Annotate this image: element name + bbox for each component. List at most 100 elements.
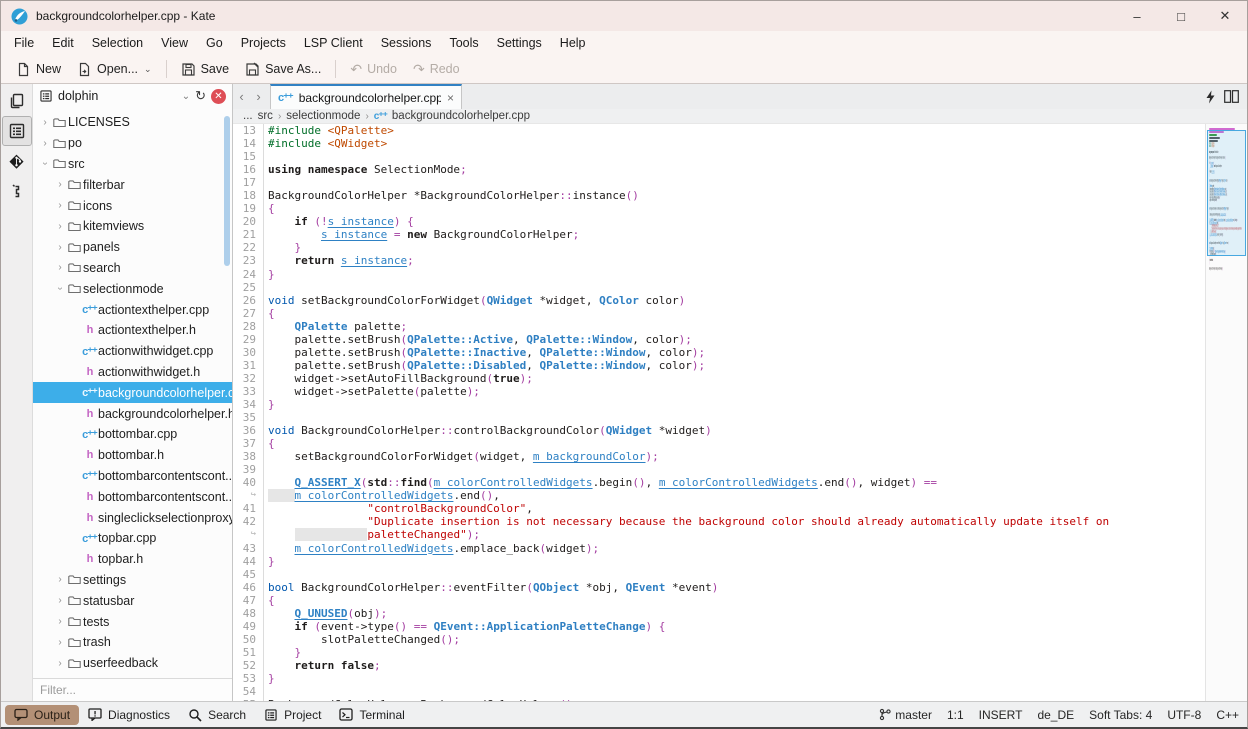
tree-item-singleclickselectionproxy-[interactable]: hsingleclickselectionproxy... bbox=[33, 507, 232, 528]
tree-item-bottombarcontentscont-[interactable]: hbottombarcontentscont... bbox=[33, 486, 232, 507]
tree-item-statusbar[interactable]: ›statusbar bbox=[33, 590, 232, 611]
tree-item-icons[interactable]: ›icons bbox=[33, 195, 232, 216]
menu-item-lsp-client[interactable]: LSP Client bbox=[295, 31, 372, 55]
tree-expander-icon[interactable]: › bbox=[54, 658, 66, 669]
breadcrumb-ellipsis[interactable]: ... bbox=[243, 110, 253, 122]
tree-scrollbar[interactable] bbox=[224, 116, 230, 266]
new-button[interactable]: New bbox=[9, 59, 68, 80]
menu-item-sessions[interactable]: Sessions bbox=[372, 31, 441, 55]
line-number: 28 bbox=[233, 320, 263, 333]
header-file-icon: h bbox=[81, 366, 98, 378]
menu-item-settings[interactable]: Settings bbox=[488, 31, 551, 55]
project-dropdown-icon[interactable]: ⌄ bbox=[182, 91, 190, 102]
tree-item-trash[interactable]: ›trash bbox=[33, 632, 232, 653]
tree-item-actionwithwidget-cpp[interactable]: c⁺⁺actionwithwidget.cpp bbox=[33, 341, 232, 362]
output-button[interactable]: Output bbox=[5, 705, 79, 725]
tree-expander-icon[interactable]: › bbox=[54, 574, 66, 585]
tree-item-userfeedback[interactable]: ›userfeedback bbox=[33, 653, 232, 674]
tree-expander-icon[interactable]: › bbox=[40, 158, 51, 170]
tree-expander-icon[interactable]: › bbox=[39, 138, 51, 149]
undo-button[interactable]: ↶ Undo bbox=[343, 59, 404, 79]
tree-item-search[interactable]: ›search bbox=[33, 258, 232, 279]
menu-item-projects[interactable]: Projects bbox=[232, 31, 295, 55]
menu-item-tools[interactable]: Tools bbox=[440, 31, 487, 55]
tree-item-licenses[interactable]: ›LICENSES bbox=[33, 112, 232, 133]
breadcrumb-file[interactable]: backgroundcolorhelper.cpp bbox=[392, 110, 530, 122]
tree-item-backgroundcolorhelper-c-[interactable]: c⁺⁺backgroundcolorhelper.c... bbox=[33, 382, 232, 403]
terminal-button[interactable]: Terminal bbox=[330, 705, 413, 725]
language-status[interactable]: C++ bbox=[1216, 708, 1239, 722]
tree-expander-icon[interactable]: › bbox=[39, 117, 51, 128]
tree-expander-icon[interactable]: › bbox=[54, 616, 66, 627]
tree-item-backgroundcolorhelper-h[interactable]: hbackgroundcolorhelper.h bbox=[33, 403, 232, 424]
git-branch-status[interactable]: master bbox=[879, 708, 932, 722]
panel-close-icon[interactable]: ✕ bbox=[211, 89, 226, 104]
tree-item-kitemviews[interactable]: ›kitemviews bbox=[33, 216, 232, 237]
tree-item-filterbar[interactable]: ›filterbar bbox=[33, 174, 232, 195]
tree-item-panels[interactable]: ›panels bbox=[33, 237, 232, 258]
tree-item-tests[interactable]: ›tests bbox=[33, 611, 232, 632]
tree-item-actiontexthelper-cpp[interactable]: c⁺⁺actiontexthelper.cpp bbox=[33, 299, 232, 320]
tab-width-status[interactable]: Soft Tabs: 4 bbox=[1089, 708, 1152, 722]
documents-panel-button[interactable] bbox=[3, 87, 31, 115]
menu-item-go[interactable]: Go bbox=[197, 31, 232, 55]
code-editor[interactable]: 13#include <QPalette>14#include <QWidget… bbox=[233, 124, 1205, 701]
project-selector[interactable]: dolphin bbox=[58, 89, 177, 103]
tree-expander-icon[interactable]: › bbox=[54, 262, 66, 273]
tree-item-actiontexthelper-h[interactable]: hactiontexthelper.h bbox=[33, 320, 232, 341]
close-icon[interactable]: ✕ bbox=[1203, 1, 1247, 31]
encoding-status[interactable]: UTF-8 bbox=[1167, 708, 1201, 722]
project-button[interactable]: Project bbox=[255, 705, 330, 725]
tree-item-po[interactable]: ›po bbox=[33, 133, 232, 154]
menu-item-edit[interactable]: Edit bbox=[43, 31, 83, 55]
forward-icon[interactable]: › bbox=[250, 84, 267, 109]
menu-item-view[interactable]: View bbox=[152, 31, 197, 55]
tree-item-topbar-h[interactable]: htopbar.h bbox=[33, 549, 232, 570]
tree-item-bottombar-h[interactable]: hbottombar.h bbox=[33, 445, 232, 466]
symbols-panel-button[interactable] bbox=[3, 177, 31, 205]
minimap[interactable]: 13#include <QPalette>14#include <QWidget… bbox=[1205, 124, 1247, 701]
save-button[interactable]: Save bbox=[174, 59, 237, 80]
open-button[interactable]: Open... ⌄ bbox=[70, 59, 159, 80]
open-dropdown-icon[interactable]: ⌄ bbox=[144, 64, 152, 75]
input-mode-status[interactable]: INSERT bbox=[979, 708, 1023, 722]
tree-item-bottombarcontentscont-[interactable]: c⁺⁺bottombarcontentscont... bbox=[33, 466, 232, 487]
diagnostics-button[interactable]: Diagnostics bbox=[79, 705, 179, 725]
cpp-file-icon: c⁺⁺ bbox=[81, 532, 98, 545]
search-button[interactable]: Search bbox=[179, 705, 255, 725]
cursor-position-status[interactable]: 1:1 bbox=[947, 708, 964, 722]
dictionary-status[interactable]: de_DE bbox=[1037, 708, 1074, 722]
git-panel-button[interactable] bbox=[3, 147, 31, 175]
tree-item-bottombar-cpp[interactable]: c⁺⁺bottombar.cpp bbox=[33, 424, 232, 445]
breadcrumb-selectionmode[interactable]: selectionmode bbox=[286, 110, 360, 122]
breadcrumb-src[interactable]: src bbox=[258, 110, 273, 122]
quick-open-icon[interactable] bbox=[1205, 90, 1216, 104]
menu-item-help[interactable]: Help bbox=[551, 31, 595, 55]
tree-expander-icon[interactable]: › bbox=[54, 595, 66, 606]
tree-item-src[interactable]: ›src bbox=[33, 154, 232, 175]
tab-backgroundcolorhelper[interactable]: c⁺⁺ backgroundcolorhelper.cpp × bbox=[270, 84, 462, 109]
filter-input[interactable] bbox=[33, 679, 232, 701]
tree-expander-icon[interactable]: › bbox=[55, 283, 66, 295]
projects-panel-button[interactable] bbox=[3, 117, 31, 145]
menu-item-selection[interactable]: Selection bbox=[83, 31, 152, 55]
tree-expander-icon[interactable]: › bbox=[54, 200, 66, 211]
tab-close-icon[interactable]: × bbox=[447, 91, 454, 105]
tree-expander-icon[interactable]: › bbox=[54, 242, 66, 253]
save-as-button[interactable]: Save As... bbox=[238, 59, 328, 80]
menu-item-file[interactable]: File bbox=[5, 31, 43, 55]
tree-expander-icon[interactable]: › bbox=[54, 221, 66, 232]
minimize-icon[interactable]: – bbox=[1115, 1, 1159, 31]
maximize-icon[interactable]: □ bbox=[1159, 1, 1203, 31]
tree-item-settings[interactable]: ›settings bbox=[33, 570, 232, 591]
tree-item-selectionmode[interactable]: ›selectionmode bbox=[33, 278, 232, 299]
tree-item-topbar-cpp[interactable]: c⁺⁺topbar.cpp bbox=[33, 528, 232, 549]
redo-button[interactable]: ↷ Redo bbox=[406, 59, 467, 79]
tree-expander-icon[interactable]: › bbox=[54, 637, 66, 648]
tree-expander-icon[interactable]: › bbox=[54, 179, 66, 190]
refresh-icon[interactable]: ↻ bbox=[195, 88, 206, 104]
back-icon[interactable]: ‹ bbox=[233, 84, 250, 109]
minimap-viewport[interactable] bbox=[1207, 130, 1246, 256]
split-view-icon[interactable] bbox=[1224, 90, 1239, 103]
tree-item-actionwithwidget-h[interactable]: hactionwithwidget.h bbox=[33, 362, 232, 383]
